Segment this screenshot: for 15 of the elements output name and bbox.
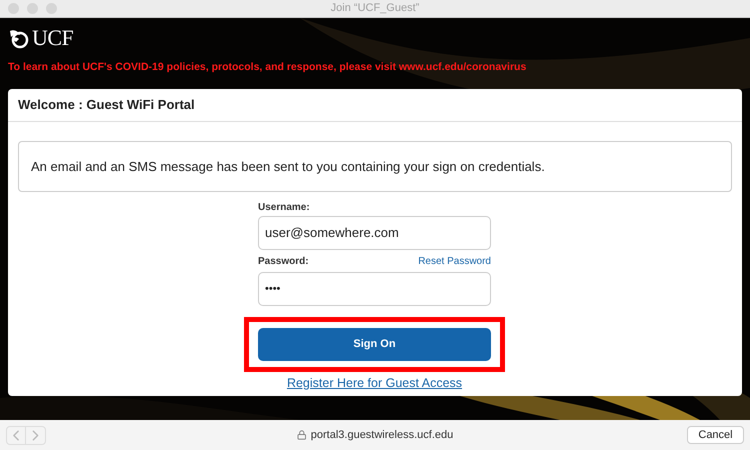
username-label: Username: bbox=[258, 200, 311, 215]
password-label: Password: bbox=[258, 254, 309, 269]
password-field[interactable]: •••• bbox=[258, 272, 491, 306]
card-title: Welcome : Guest WiFi Portal bbox=[18, 96, 195, 114]
register-link[interactable]: Register Here for Guest Access bbox=[286, 374, 462, 392]
username-field[interactable]: user@somewhere.com bbox=[258, 216, 491, 250]
url-text: portal3.guestwireless.ucf.edu bbox=[310, 428, 454, 443]
covid-notice: To learn about UCF's COVID-19 policies, protocols, and response, please visit www.ucf.edu/coronavirus bbox=[8, 60, 528, 75]
logo-text: UCF bbox=[32, 27, 74, 49]
message-text: An email and an SMS message has been sent to you containing your sign on credentials. bbox=[31, 158, 545, 176]
reset-password-link[interactable]: Reset Password bbox=[418, 254, 491, 269]
lock-icon bbox=[296, 430, 307, 440]
cancel-button[interactable]: Cancel bbox=[687, 426, 744, 444]
sign-on-button[interactable]: Sign On bbox=[258, 328, 491, 361]
window-title: Join “UCF_Guest” bbox=[330, 1, 420, 16]
